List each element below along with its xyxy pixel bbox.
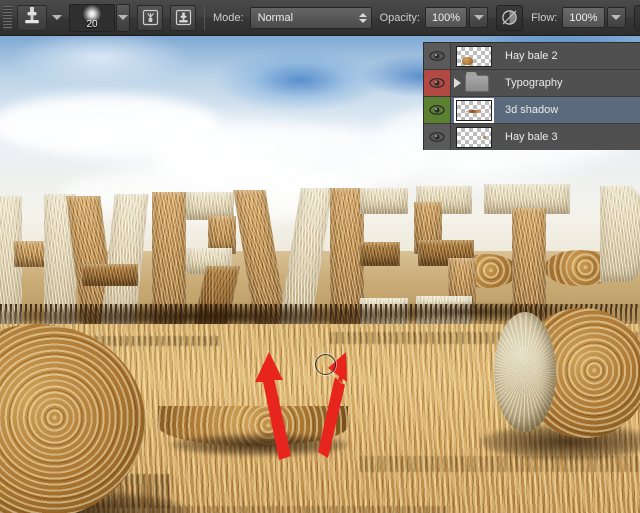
layer-thumbnail-2 [456, 99, 492, 121]
flow-label: Flow: [531, 11, 558, 24]
clone-stamp-tool-button[interactable] [17, 4, 47, 31]
letter-A-crossbar [82, 264, 138, 286]
layer-row-hay-bale-3[interactable]: Hay bale 3 [424, 124, 640, 150]
layer-thumbnail-cell-0[interactable] [451, 43, 495, 69]
right-hay-bale-face [494, 312, 556, 432]
brush-cursor-ring [315, 354, 336, 375]
layer-visibility-toggle-1[interactable] [424, 70, 451, 96]
blend-mode-select[interactable]: Normal [249, 6, 372, 29]
layer-visibility-toggle-0[interactable] [424, 43, 451, 69]
opacity-label: Opacity: [379, 11, 420, 24]
brush-panel-icon [142, 9, 158, 26]
layers-panel[interactable]: Hay bale 2 Typography 3d shadow Hay bale… [423, 42, 640, 150]
opacity-pressure-toggle-button[interactable] [496, 4, 524, 31]
eye-icon [429, 131, 445, 143]
brush-preset-picker[interactable]: 20 [69, 3, 115, 32]
folder-icon [465, 71, 489, 92]
letter-E-middle-arm [360, 242, 400, 266]
layer-visibility-toggle-3[interactable] [424, 124, 451, 150]
letter-E-top-arm [360, 188, 408, 214]
layer-name-1: Typography [505, 77, 563, 89]
thumbnail-bale-dot [483, 135, 486, 139]
layer-thumbnail-3 [456, 126, 492, 148]
toggle-brush-panel-button[interactable] [137, 4, 163, 31]
layer-row-typography[interactable]: Typography [424, 70, 640, 97]
layer-row-3d-shadow[interactable]: 3d shadow [424, 97, 640, 124]
field-streak-5 [150, 506, 450, 513]
layer-name-2: 3d shadow [505, 104, 559, 116]
layer-row-hay-bale-2[interactable]: Hay bale 2 [424, 43, 640, 70]
layer-thumbnail-0 [456, 45, 492, 67]
flow-chevron-down-icon[interactable] [606, 7, 626, 28]
layer-visibility-toggle-2[interactable] [424, 97, 451, 123]
flow-input[interactable]: 100% [562, 7, 605, 28]
layer-name-0: Hay bale 2 [505, 50, 558, 62]
foreground-bale-shadow [170, 434, 350, 456]
opacity-value: 100% [431, 11, 461, 24]
opacity-input[interactable]: 100% [424, 7, 468, 28]
clone-source-panel-icon [175, 9, 191, 26]
layer-thumbnail-cell-2[interactable] [451, 97, 495, 123]
brush-size-value: 20 [86, 18, 98, 30]
flow-value: 100% [569, 11, 598, 24]
eye-icon [429, 50, 445, 62]
thumbnail-shadow-shape [464, 109, 484, 113]
airbrush-toggle-button[interactable] [633, 4, 640, 31]
pressure-opacity-icon [502, 10, 517, 25]
brush-preset-chevron-down-icon[interactable] [116, 3, 130, 32]
tool-preset-chevron-down-icon[interactable] [52, 15, 62, 20]
layer-group-cell-1[interactable] [451, 70, 495, 96]
letter-overflow-right [600, 186, 640, 282]
opacity-chevron-down-icon[interactable] [469, 7, 489, 28]
mode-label: Mode: [213, 11, 244, 24]
blend-mode-value: Normal [257, 11, 294, 24]
blend-mode-stepper-icon [358, 12, 367, 23]
tool-options-bar: 20 Mode: Normal Opacity: 100% Flow: 100% [0, 0, 640, 36]
layer-thumbnail-cell-3[interactable] [451, 124, 495, 150]
clone-stamp-icon [23, 6, 41, 29]
options-bar-grip[interactable] [3, 5, 12, 30]
eye-icon [429, 104, 445, 116]
toggle-clone-source-panel-button[interactable] [170, 4, 196, 31]
thumbnail-bale-shape [462, 56, 473, 65]
photoshop-window: 20 Mode: Normal Opacity: 100% Flow: 100%… [0, 0, 640, 513]
triangle-right-icon[interactable] [454, 78, 461, 88]
eye-icon [429, 77, 445, 89]
options-divider-1 [204, 5, 205, 30]
layer-name-3: Hay bale 3 [505, 131, 558, 143]
